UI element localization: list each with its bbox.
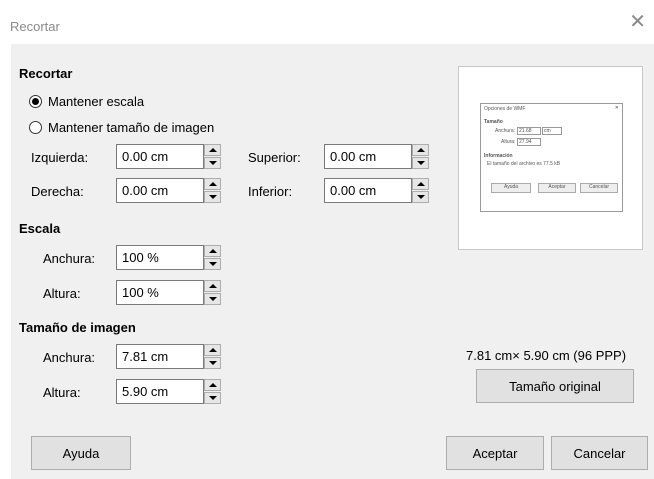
image-size-heading: Tamaño de imagen bbox=[19, 320, 136, 335]
right-spinbox[interactable]: 0.00 cm bbox=[116, 178, 221, 203]
title-bar: Recortar ✕ bbox=[0, 0, 654, 44]
help-button[interactable]: Ayuda bbox=[31, 436, 131, 470]
cancel-button[interactable]: Cancelar bbox=[551, 436, 648, 470]
image-height-input[interactable]: 5.90 cm bbox=[116, 379, 204, 404]
top-increment-button[interactable] bbox=[412, 144, 429, 156]
close-icon[interactable]: ✕ bbox=[629, 12, 646, 32]
thumb-unit: cm bbox=[542, 127, 562, 135]
scale-height-input[interactable]: 100 % bbox=[116, 280, 204, 305]
image-preview: Opciones de WMF ✕ Tamaño Anchura: 21.68 … bbox=[458, 66, 643, 250]
thumb-info-heading: Información bbox=[484, 153, 513, 159]
thumb-title: Opciones de WMF bbox=[484, 106, 526, 112]
crop-heading: Recortar bbox=[19, 66, 73, 81]
thumb-size-heading: Tamaño bbox=[484, 119, 503, 125]
bottom-increment-button[interactable] bbox=[412, 178, 429, 190]
bottom-label: Inferior: bbox=[248, 184, 293, 199]
image-width-input[interactable]: 7.81 cm bbox=[116, 344, 204, 369]
scale-width-spinbox[interactable]: 100 % bbox=[116, 245, 221, 270]
bottom-input[interactable]: 0.00 cm bbox=[324, 178, 412, 203]
window-title: Recortar bbox=[10, 19, 60, 34]
image-height-decrement-button[interactable] bbox=[204, 392, 221, 404]
thumb-ok-button: Aceptar bbox=[538, 183, 576, 193]
thumb-cancel-button: Cancelar bbox=[580, 183, 618, 193]
top-input[interactable]: 0.00 cm bbox=[324, 144, 412, 169]
right-label: Derecha: bbox=[31, 184, 84, 199]
scale-width-increment-button[interactable] bbox=[204, 245, 221, 257]
image-height-increment-button[interactable] bbox=[204, 379, 221, 391]
ok-button[interactable]: Aceptar bbox=[446, 436, 544, 470]
bottom-decrement-button[interactable] bbox=[412, 191, 429, 203]
top-spinbox[interactable]: 0.00 cm bbox=[324, 144, 429, 169]
thumb-help-button: Ayuda bbox=[491, 183, 531, 193]
radio-checked-icon bbox=[29, 95, 42, 108]
top-decrement-button[interactable] bbox=[412, 157, 429, 169]
image-width-spinbox[interactable]: 7.81 cm bbox=[116, 344, 221, 369]
right-decrement-button[interactable] bbox=[204, 191, 221, 203]
dialog-body: Recortar Mantener escala Mantener tamaño… bbox=[11, 44, 654, 479]
thumb-info-text: El tamaño del archivo es 77.5 kB bbox=[487, 161, 561, 167]
scale-width-label: Anchura: bbox=[43, 251, 96, 266]
left-spinbox[interactable]: 0.00 cm bbox=[116, 144, 221, 169]
left-increment-button[interactable] bbox=[204, 144, 221, 156]
thumb-close-icon: ✕ bbox=[614, 105, 619, 111]
scale-width-decrement-button[interactable] bbox=[204, 258, 221, 270]
left-label: Izquierda: bbox=[31, 150, 89, 165]
right-increment-button[interactable] bbox=[204, 178, 221, 190]
image-width-label: Anchura: bbox=[43, 350, 96, 365]
keep-size-radio[interactable]: Mantener tamaño de imagen bbox=[29, 120, 214, 135]
scale-width-input[interactable]: 100 % bbox=[116, 245, 204, 270]
image-size-info: 7.81 cm× 5.90 cm (96 PPP) bbox=[466, 348, 627, 363]
scale-height-spinbox[interactable]: 100 % bbox=[116, 280, 221, 305]
thumb-width-value: 21.68 bbox=[517, 127, 541, 135]
image-width-decrement-button[interactable] bbox=[204, 357, 221, 369]
keep-size-label: Mantener tamaño de imagen bbox=[48, 120, 215, 135]
keep-scale-label: Mantener escala bbox=[48, 94, 145, 109]
scale-height-increment-button[interactable] bbox=[204, 280, 221, 292]
bottom-spinbox[interactable]: 0.00 cm bbox=[324, 178, 429, 203]
scale-height-decrement-button[interactable] bbox=[204, 293, 221, 305]
left-decrement-button[interactable] bbox=[204, 157, 221, 169]
radio-unchecked-icon bbox=[29, 121, 42, 134]
right-input[interactable]: 0.00 cm bbox=[116, 178, 204, 203]
thumb-height-label: Altura: bbox=[501, 139, 516, 145]
thumb-height-value: 27.94 bbox=[517, 138, 541, 146]
scale-height-label: Altura: bbox=[43, 286, 81, 301]
scale-heading: Escala bbox=[19, 221, 61, 236]
image-height-label: Altura: bbox=[43, 385, 81, 400]
left-input[interactable]: 0.00 cm bbox=[116, 144, 204, 169]
image-height-spinbox[interactable]: 5.90 cm bbox=[116, 379, 221, 404]
original-size-button[interactable]: Tamaño original bbox=[476, 369, 634, 403]
thumb-width-label: Anchura: bbox=[495, 128, 516, 134]
keep-scale-radio[interactable]: Mantener escala bbox=[29, 94, 144, 109]
preview-thumbnail: Opciones de WMF ✕ Tamaño Anchura: 21.68 … bbox=[480, 103, 623, 212]
top-label: Superior: bbox=[248, 150, 301, 165]
image-width-increment-button[interactable] bbox=[204, 344, 221, 356]
